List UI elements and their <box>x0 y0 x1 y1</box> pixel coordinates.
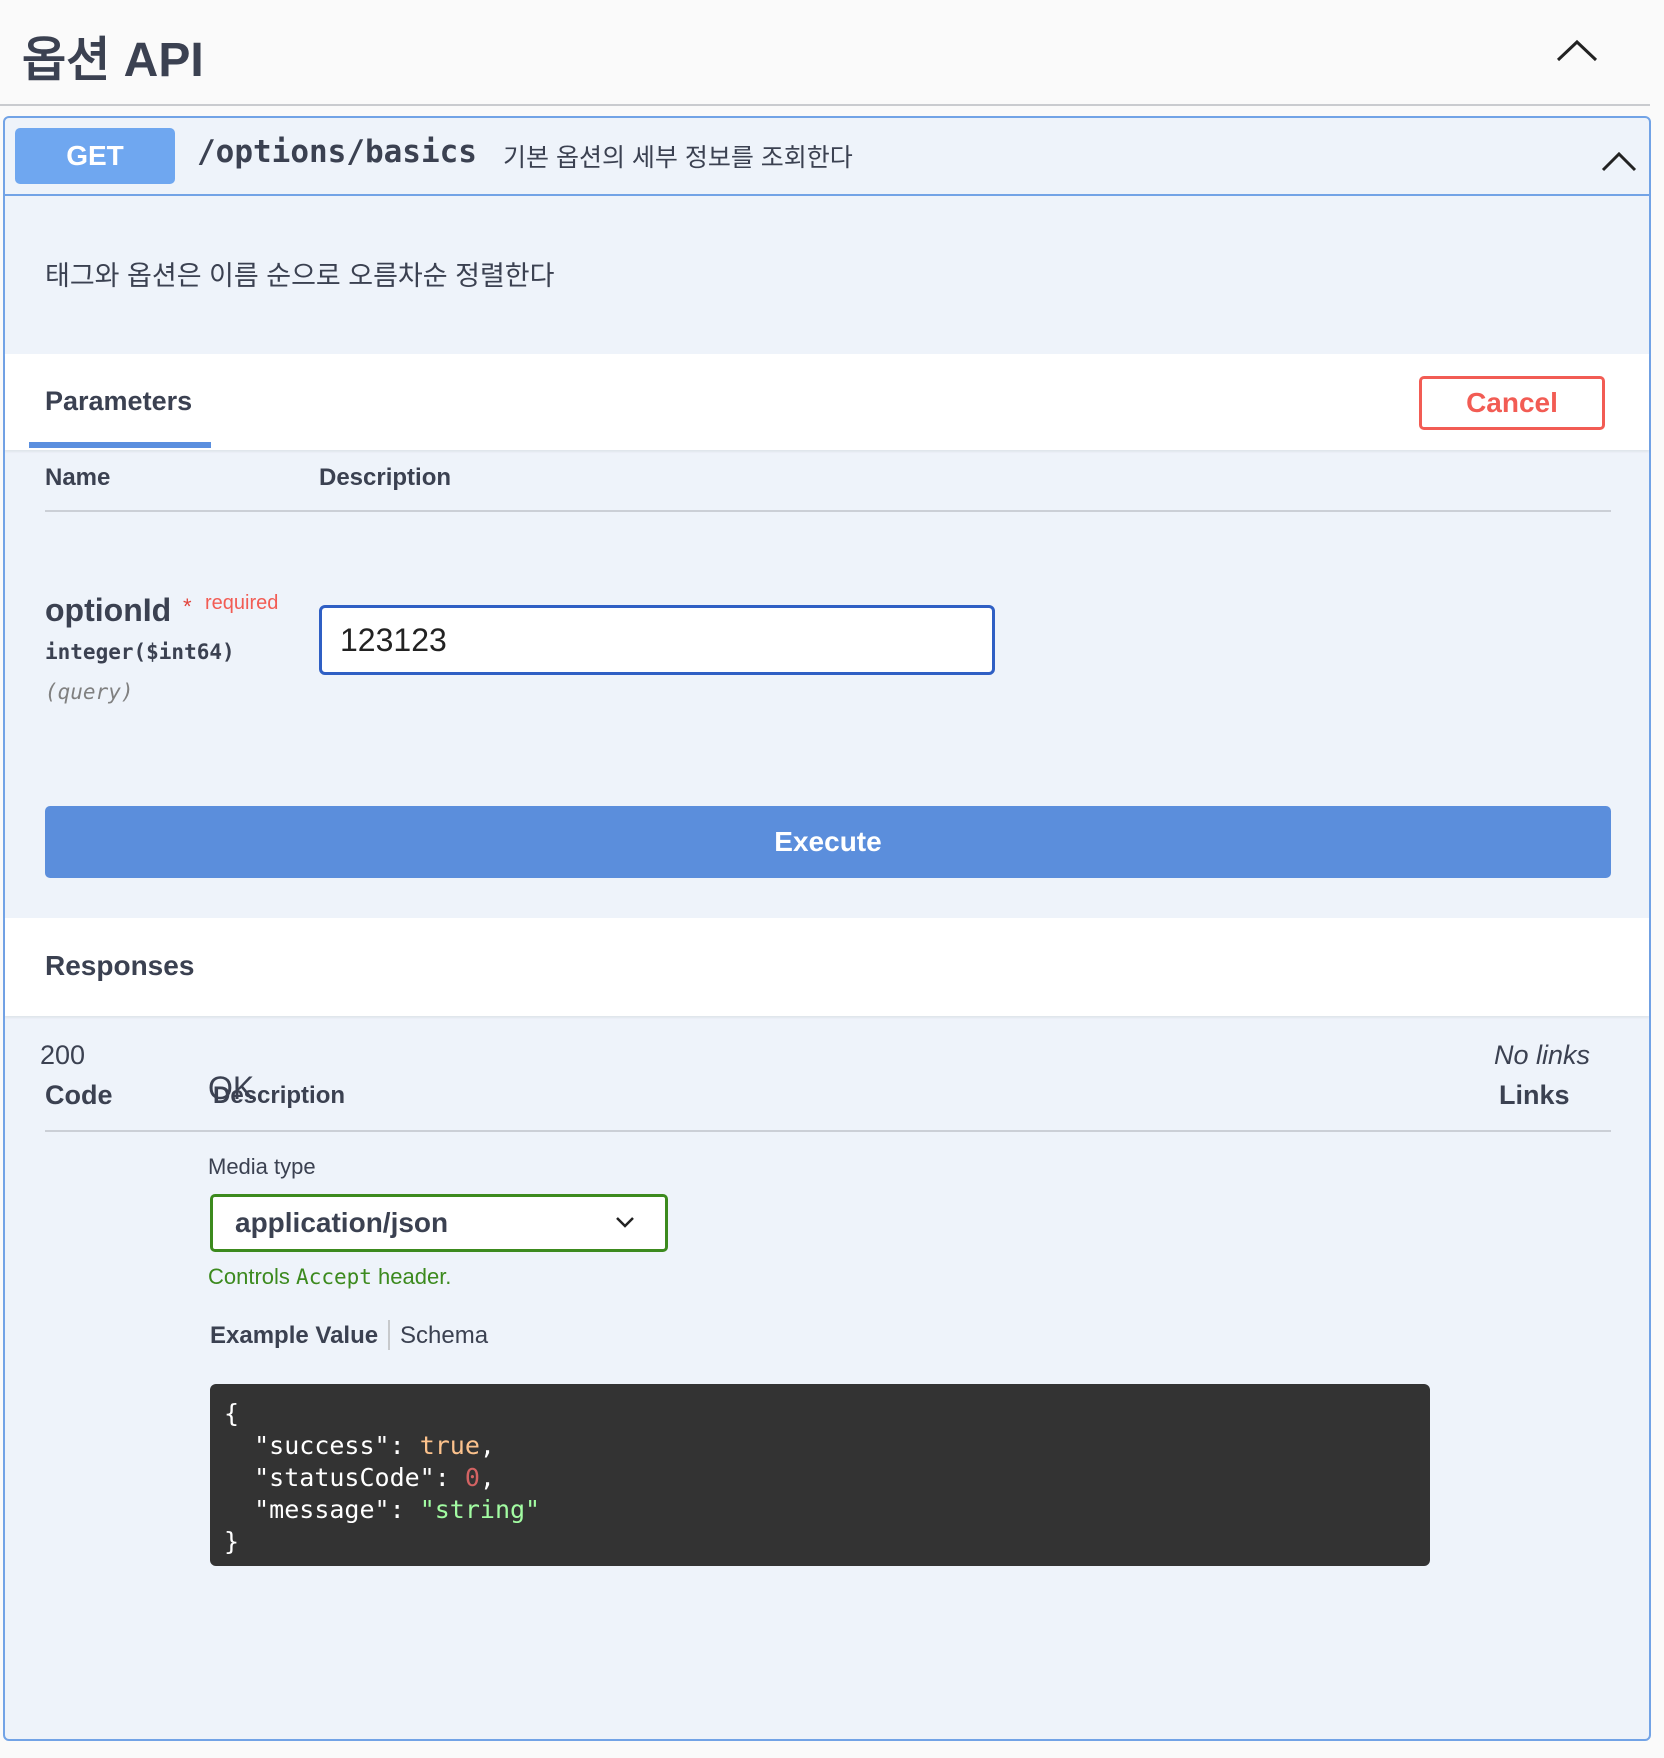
responses-header: Responses <box>5 918 1649 1016</box>
option-id-input[interactable]: 123123 <box>319 605 995 675</box>
tab-separator <box>388 1320 390 1350</box>
parameter-name: optionId <box>45 592 172 628</box>
tab-active-indicator <box>29 442 211 448</box>
responses-title: Responses <box>45 950 195 981</box>
required-star: * <box>183 594 192 619</box>
media-type-label: Media type <box>208 1154 316 1179</box>
media-hint-suffix: header. <box>371 1264 452 1289</box>
column-header-code: Code <box>45 1080 113 1110</box>
tab-example-value[interactable]: Example Value <box>210 1322 378 1350</box>
execute-button[interactable]: Execute <box>45 806 1611 878</box>
media-type-select[interactable]: application/json <box>210 1194 668 1252</box>
method-badge: GET <box>15 128 175 184</box>
media-hint-code: Accept <box>296 1265 372 1289</box>
divider <box>45 510 1611 512</box>
response-links: No links <box>1494 1040 1591 1070</box>
json-value: 0 <box>464 1463 480 1492</box>
json-key: "success" <box>254 1431 390 1460</box>
example-value-code: { "success": true, "statusCode": 0, "mes… <box>210 1384 1430 1566</box>
json-value: "string" <box>419 1495 541 1524</box>
chevron-down-icon <box>616 1217 634 1228</box>
json-key: "message" <box>254 1495 390 1524</box>
operation-summary-text: 기본 옵션의 세부 정보를 조회한다 <box>503 144 853 172</box>
parameters-header: Parameters Cancel <box>5 354 1649 450</box>
divider <box>45 1130 1611 1132</box>
column-header-links: Links <box>1499 1080 1570 1110</box>
media-type-value: application/json <box>235 1207 449 1238</box>
json-open-brace: { <box>224 1399 240 1428</box>
operation-path: /options/basics <box>197 134 477 170</box>
tab-parameters[interactable]: Parameters <box>45 386 192 417</box>
response-code: 200 <box>40 1040 86 1070</box>
tag-header[interactable]: 옵션 API <box>0 0 1650 106</box>
chevron-up-icon[interactable] <box>1554 30 1600 70</box>
json-close-brace: } <box>224 1527 240 1556</box>
operation-summary[interactable]: GET /options/basics 기본 옵션의 세부 정보를 조회한다 <box>5 118 1649 196</box>
parameter-type: integer($int64) <box>45 640 235 664</box>
parameter-location: (query) <box>45 680 134 704</box>
json-value: true <box>419 1431 480 1460</box>
chevron-up-icon[interactable] <box>1599 144 1639 178</box>
tab-schema[interactable]: Schema <box>400 1322 488 1350</box>
media-type-hint: Controls Accept header. <box>208 1264 451 1290</box>
json-key: "statusCode" <box>254 1463 435 1492</box>
column-header-description: Description <box>319 464 452 491</box>
tag-title: 옵션 API <box>22 34 204 87</box>
column-header-name: Name <box>45 464 111 491</box>
required-label: required <box>205 592 279 614</box>
operation-description: 태그와 옵션은 이름 순으로 오름차순 정렬한다 <box>45 261 555 291</box>
media-hint-prefix: Controls <box>208 1264 297 1289</box>
response-description: OK <box>208 1070 255 1106</box>
cancel-button[interactable]: Cancel <box>1419 376 1605 430</box>
